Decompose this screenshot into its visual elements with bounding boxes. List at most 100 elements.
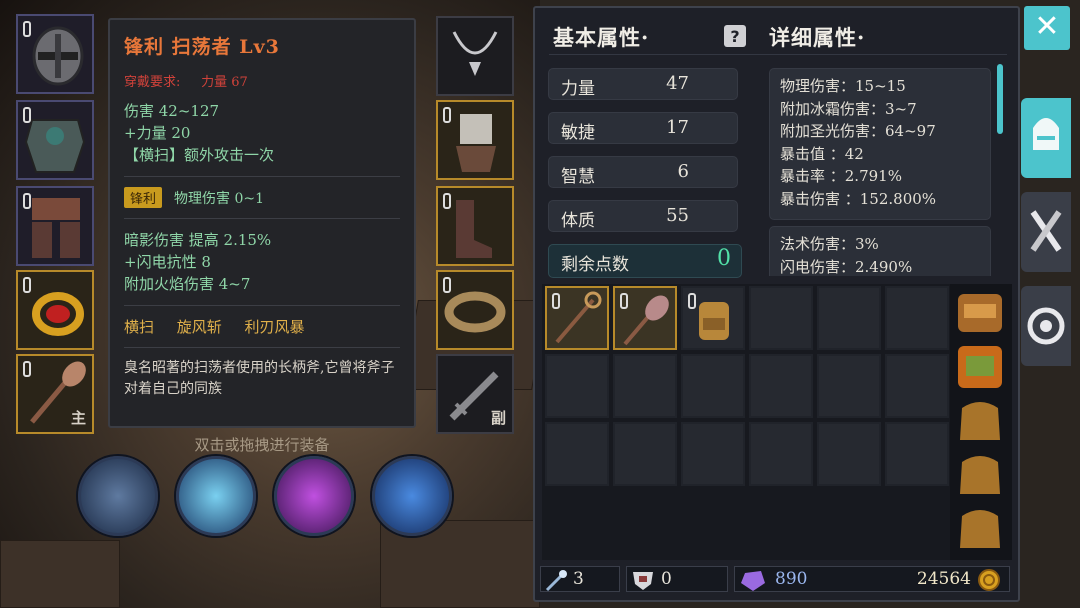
inventory-slot[interactable] <box>817 286 881 350</box>
skill-slash-icon[interactable] <box>78 456 158 536</box>
detail-stat-line: 暴击率 ：2.791% <box>780 167 902 185</box>
tab-settings[interactable] <box>1021 286 1071 366</box>
stat-label: 力量 <box>561 79 595 99</box>
bag-icon[interactable] <box>954 340 1006 392</box>
detail-scrollbar[interactable] <box>997 64 1003 134</box>
inventory-slot[interactable] <box>817 354 881 418</box>
item-requirement: 穿戴要求: 力量 67 <box>124 71 400 90</box>
shield-icon <box>633 572 653 590</box>
inventory-slot[interactable] <box>613 422 677 486</box>
offhand-tag: 副 <box>490 409 506 427</box>
lock-icon <box>443 193 451 209</box>
stat-constitution: 体质 55 <box>548 200 738 232</box>
inventory-slot[interactable] <box>885 354 949 418</box>
inventory-slot[interactable] <box>545 286 609 350</box>
remaining-points: 剩余点数 0 <box>548 244 742 278</box>
wand-count: 3 <box>573 569 584 589</box>
ring-slot[interactable] <box>16 270 94 350</box>
helmet-slot[interactable] <box>16 14 94 94</box>
tab-equipment[interactable] <box>1021 98 1071 178</box>
stat-label: 敏捷 <box>561 123 595 143</box>
inventory-slot[interactable] <box>681 286 745 350</box>
lock-icon <box>443 107 451 123</box>
inventory-slot[interactable] <box>613 286 677 350</box>
skill-whirlwind-icon[interactable] <box>176 456 256 536</box>
divider <box>124 176 400 177</box>
lock-icon <box>620 293 628 309</box>
gear-icon <box>1027 307 1065 345</box>
gem-count: 890 <box>775 569 808 589</box>
lock-icon <box>23 21 31 37</box>
requirement-value: 力量 67 <box>201 75 248 90</box>
lock-icon <box>443 277 451 293</box>
item-skills: 横扫 旋风斩 利刃风暴 <box>124 318 305 336</box>
inventory-slot[interactable] <box>613 354 677 418</box>
inventory-slot[interactable] <box>885 422 949 486</box>
inventory-slot[interactable] <box>681 354 745 418</box>
lock-icon <box>23 361 31 377</box>
stat-line: 附加火焰伤害 4~7 <box>124 275 251 293</box>
basic-attributes-title: 基本属性· <box>553 25 650 50</box>
close-button[interactable]: ✕ <box>1024 6 1070 50</box>
chest-armor-slot[interactable] <box>16 100 94 180</box>
stat-line: 暗影伤害 提高 2.15% <box>124 231 272 249</box>
detail-stat-line: 法术伤害：3% <box>780 235 879 253</box>
belt-slot[interactable] <box>436 270 514 350</box>
sweep-line: 【横扫】额外攻击一次 <box>124 146 275 164</box>
stat-value: 55 <box>666 205 689 226</box>
tab-skills[interactable] <box>1021 192 1071 272</box>
skill-shadow-icon[interactable] <box>274 456 354 536</box>
gold-coin-icon <box>978 569 1000 591</box>
stat-label: 体质 <box>561 211 595 231</box>
inventory-slot[interactable] <box>749 286 813 350</box>
item-tooltip: 锋利 扫荡者 Lv3 穿戴要求: 力量 67 伤害 42~127 +力量 20 … <box>108 18 416 428</box>
crossed-swords-icon <box>1030 210 1062 252</box>
bag-icon[interactable] <box>954 286 1006 338</box>
detail-stats-box-2: 法术伤害：3% 闪电伤害：2.490% <box>769 226 991 276</box>
gold-count: 24564 <box>916 569 971 589</box>
mainhand-weapon-slot[interactable]: 主 <box>16 354 94 434</box>
divider <box>124 305 400 306</box>
stat-value: 47 <box>666 73 689 94</box>
inventory-slot[interactable] <box>885 286 949 350</box>
wand-icon <box>545 570 567 592</box>
inventory-slot[interactable] <box>545 354 609 418</box>
boots-slot[interactable] <box>436 186 514 266</box>
item-name: 锋利 扫荡者 Lv3 <box>124 36 280 58</box>
necklace-slot[interactable] <box>436 16 514 96</box>
scene-floor-tile <box>0 540 120 608</box>
lock-icon <box>688 293 696 309</box>
empty-bag-icon[interactable] <box>954 394 1006 446</box>
empty-bag-icon[interactable] <box>954 448 1006 500</box>
divider <box>124 218 400 219</box>
detail-attributes-title: 详细属性· <box>769 25 866 50</box>
skill-dash-icon[interactable] <box>372 456 452 536</box>
mainhand-tag: 主 <box>70 409 86 427</box>
remaining-value: 0 <box>717 246 731 271</box>
strength-line: +力量 20 <box>124 124 191 142</box>
detail-stat-line: 闪电伤害：2.490% <box>780 257 913 276</box>
lock-icon <box>23 277 31 293</box>
item-description: 臭名昭著的扫荡者使用的长柄斧,它曾将斧子对着自己的同族 <box>124 360 395 397</box>
offhand-weapon-slot[interactable]: 副 <box>436 354 514 434</box>
stat-value: 17 <box>666 117 689 138</box>
necklace-icon <box>452 31 498 76</box>
help-icon[interactable]: ? <box>723 24 747 48</box>
empty-bag-icon[interactable] <box>954 502 1006 554</box>
legs-armor-slot[interactable] <box>16 186 94 266</box>
inventory-slot[interactable] <box>749 354 813 418</box>
detail-stat-line: 暴击值 ：42 <box>780 144 864 163</box>
inventory-slot[interactable] <box>749 422 813 486</box>
stat-strength: 力量 47 <box>548 68 738 100</box>
stat-value: 6 <box>677 161 689 182</box>
gem-icon <box>741 571 765 591</box>
inventory-slot[interactable] <box>545 422 609 486</box>
inventory-slot[interactable] <box>817 422 881 486</box>
damage-line: 伤害 42~127 <box>124 102 220 120</box>
header-divider <box>549 54 1007 55</box>
gloves-slot[interactable] <box>436 100 514 180</box>
detail-stat-line: 物理伤害：15~15 <box>780 77 906 95</box>
inventory-slot[interactable] <box>681 422 745 486</box>
detail-stat-line: 附加冰霜伤害：3~7 <box>780 99 917 118</box>
shield-count: 0 <box>661 569 672 589</box>
